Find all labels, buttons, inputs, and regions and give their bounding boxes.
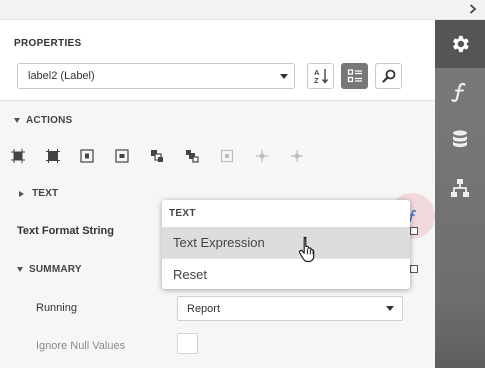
- section-text-header[interactable]: TEXT: [19, 188, 58, 199]
- tab-field-list[interactable]: [435, 116, 485, 164]
- tab-report-explorer[interactable]: [435, 164, 485, 212]
- center-horizontally-icon[interactable]: [80, 149, 94, 163]
- gear-icon: [453, 35, 469, 53]
- chevron-down-icon: [280, 74, 288, 79]
- sort-alphabetical-button[interactable]: A Z: [307, 63, 334, 89]
- context-menu-header: TEXT: [169, 208, 196, 219]
- send-to-back-icon[interactable]: [185, 149, 199, 163]
- chevron-right-icon: [469, 4, 477, 14]
- paste-icon[interactable]: [290, 149, 304, 163]
- running-select[interactable]: Report: [177, 296, 403, 321]
- copy-icon[interactable]: [255, 149, 269, 163]
- collapse-panel-button[interactable]: [467, 3, 479, 15]
- menu-item-label: Reset: [173, 267, 207, 282]
- tab-properties[interactable]: [435, 20, 485, 68]
- menu-item-label: Text Expression: [173, 235, 265, 250]
- center-vertically-icon[interactable]: [115, 149, 129, 163]
- section-summary-header[interactable]: SUMMARY: [17, 264, 82, 275]
- function-icon: [451, 82, 466, 102]
- expression-context-menu: TEXT Text Expression Reset: [162, 200, 410, 289]
- object-selector-combo[interactable]: label2 (Label): [17, 63, 295, 89]
- section-summary-label: SUMMARY: [29, 264, 82, 275]
- expand-down-icon: [14, 118, 20, 123]
- svg-text:Z: Z: [314, 76, 319, 85]
- summary-editor[interactable]: [410, 265, 418, 273]
- size-to-grid-icon[interactable]: [46, 149, 60, 163]
- chevron-down-icon: [386, 306, 394, 311]
- bring-to-front-icon[interactable]: [150, 149, 164, 163]
- section-actions-label: ACTIONS: [26, 115, 73, 126]
- search-icon: [381, 69, 395, 83]
- running-label: Running: [36, 302, 77, 314]
- section-actions-header[interactable]: ACTIONS: [14, 115, 72, 126]
- search-button[interactable]: [375, 63, 402, 89]
- text-format-string-label: Text Format String: [17, 225, 114, 237]
- side-tab-strip: [435, 20, 485, 368]
- panel-title: PROPERTIES: [14, 38, 82, 49]
- ignore-null-values-checkbox[interactable]: [177, 333, 198, 354]
- menu-item-text-expression[interactable]: Text Expression: [162, 227, 410, 258]
- top-bar: [0, 0, 485, 20]
- report-designer-properties-window: PROPERTIES label2 (Label) A Z ACTIONS TE…: [0, 0, 485, 368]
- object-selector-value: label2 (Label): [28, 70, 95, 82]
- expand-right-icon: [19, 190, 24, 197]
- section-text-label: TEXT: [32, 188, 59, 199]
- ignore-null-values-label: Ignore Null Values: [36, 340, 126, 352]
- align-to-grid-icon[interactable]: [11, 149, 25, 163]
- tab-expressions[interactable]: [435, 68, 485, 116]
- menu-item-reset[interactable]: Reset: [162, 259, 410, 290]
- categorized-view-button[interactable]: [341, 63, 368, 89]
- sort-az-icon: A Z: [314, 68, 328, 85]
- categorized-list-icon: [347, 69, 362, 83]
- expand-down-icon: [17, 267, 23, 272]
- properties-panel: PROPERTIES label2 (Label) A Z ACTIONS TE…: [0, 20, 435, 368]
- cut-icon[interactable]: [220, 149, 234, 163]
- hand-cursor-icon: [298, 236, 315, 262]
- database-icon: [453, 130, 467, 148]
- text-format-string-editor[interactable]: [410, 227, 418, 235]
- running-select-value: Report: [187, 303, 221, 315]
- hierarchy-icon: [451, 179, 469, 197]
